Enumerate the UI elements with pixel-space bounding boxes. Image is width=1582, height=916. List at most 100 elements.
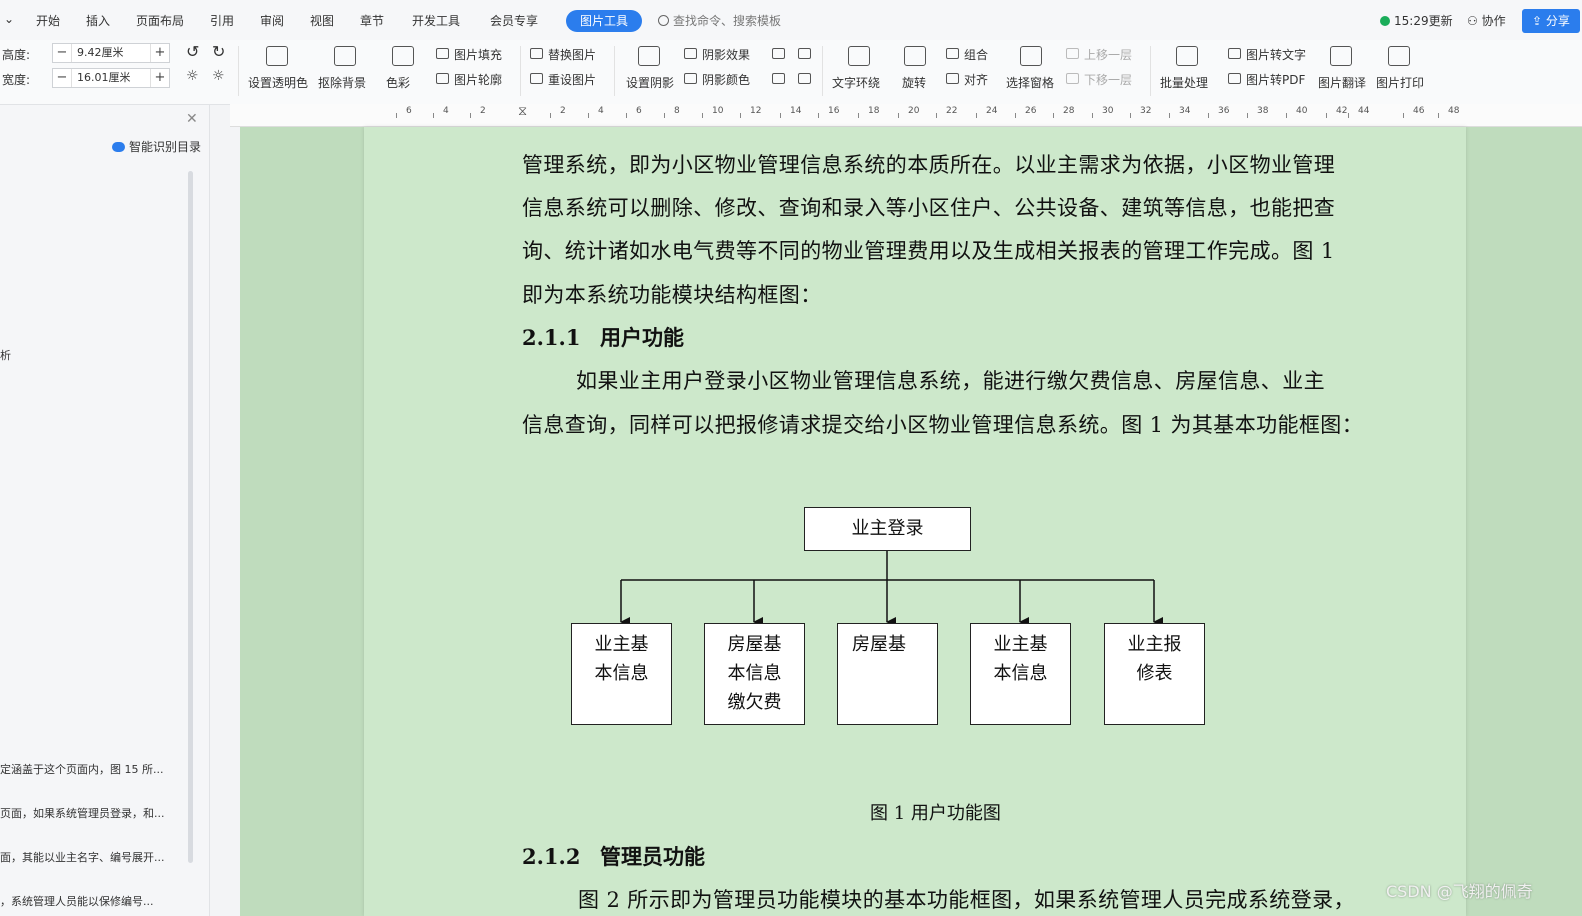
rotate-button[interactable]: 旋转 — [902, 74, 926, 91]
ruler-tick-label: 6 — [406, 106, 412, 116]
batch-button[interactable]: 批量处理 — [1160, 74, 1208, 91]
share-icon: ⇪ — [1532, 14, 1546, 28]
tab-member[interactable]: 会员专享 — [490, 12, 538, 29]
height-decrease-button[interactable]: − — [53, 44, 72, 62]
height-label: 高度: — [2, 48, 31, 62]
tab-developer[interactable]: 开发工具 — [412, 12, 460, 29]
group-button[interactable]: 组合 — [964, 46, 988, 63]
ruler-tick-label: 14 — [790, 106, 802, 116]
height-increase-button[interactable]: + — [150, 44, 169, 62]
color-button[interactable]: 色彩 — [386, 74, 410, 91]
shadow-icon[interactable] — [638, 46, 660, 66]
nav-item[interactable]: 析 — [0, 347, 11, 363]
reset-button[interactable]: 重设图片 — [548, 71, 596, 88]
reset-icon[interactable] — [530, 73, 543, 84]
shadow-color-button[interactable]: 阴影颜色 — [702, 71, 750, 88]
set-shadow-button[interactable]: 设置阴影 — [626, 74, 674, 91]
collab-label: 协作 — [1481, 14, 1506, 28]
document-page[interactable]: 管理系统，即为小区物业管理信息系统的本质所在。以业主需求为依据，小区物业管理 信… — [364, 127, 1466, 916]
width-decrease-button[interactable]: − — [53, 69, 72, 87]
ruler-tick-label: 28 — [1063, 106, 1075, 116]
rotate-icon[interactable] — [904, 46, 926, 66]
contrast-icon[interactable]: ☼ — [212, 68, 225, 84]
shadow-down-icon[interactable] — [798, 48, 811, 59]
share-button[interactable]: ⇪ 分享 — [1522, 9, 1580, 33]
collab-button[interactable]: ⚇ 协作 — [1467, 12, 1506, 29]
nav-item[interactable]: 页面，如果系统管理员登录，和... — [0, 805, 165, 821]
outline-icon[interactable] — [436, 73, 449, 84]
ruler-tick-mark — [433, 113, 434, 118]
nav-scrollbar[interactable] — [188, 171, 193, 863]
ruler-tick-mark — [664, 113, 665, 118]
horizontal-ruler[interactable]: 6 4 2 2 4 6 8 10 12 14 16 18 20 22 24 26 28 30 32 34 36 38 40 4… — [230, 104, 1582, 127]
tab-insert[interactable]: 插入 — [86, 12, 110, 29]
rotate-right-icon[interactable]: ↻ — [212, 42, 225, 61]
shadow-up-icon[interactable] — [772, 48, 785, 59]
ruler-tick-label: 24 — [986, 106, 998, 116]
indent-marker-icon[interactable]: ⧖ — [518, 104, 527, 119]
shadow-right-icon[interactable] — [798, 73, 811, 84]
tab-chapter[interactable]: 章节 — [360, 12, 384, 29]
color-icon[interactable] — [392, 46, 414, 66]
ruler-tick-mark — [702, 113, 703, 118]
batch-icon[interactable] — [1176, 46, 1198, 66]
tab-review[interactable]: 审阅 — [260, 12, 284, 29]
print-button[interactable]: 图片打印 — [1376, 74, 1424, 91]
share-label: 分享 — [1545, 14, 1570, 28]
remove-bg-button[interactable]: 抠除背景 — [318, 74, 366, 91]
close-icon[interactable]: ✕ — [186, 111, 198, 127]
shadow-effect-icon[interactable] — [684, 48, 697, 59]
align-button[interactable]: 对齐 — [964, 71, 988, 88]
ruler-tick-label: 12 — [750, 106, 762, 116]
nav-item[interactable]: 面，其能以业主名字、编号展开... — [0, 849, 165, 865]
nav-item[interactable]: 定涵盖于这个页面内，图 15 所... — [0, 761, 163, 777]
update-status[interactable]: 15:29更新 — [1380, 12, 1453, 29]
fill-icon[interactable] — [436, 48, 449, 59]
translate-icon[interactable] — [1330, 46, 1352, 66]
smart-toc-button[interactable]: 智能识别目录 — [112, 138, 201, 155]
set-transparent-button[interactable]: 设置透明色 — [248, 74, 308, 91]
diagram-child-box: 业主基 本信息 — [571, 623, 672, 725]
ruler-tick-mark — [550, 113, 551, 118]
replace-button[interactable]: 替换图片 — [548, 46, 596, 63]
body-line: 图 2 所示即为管理员功能模块的基本功能框图，如果系统管理人员完成系统登录， — [578, 888, 1355, 912]
menu-collapse-icon[interactable]: ⌄ — [4, 12, 14, 26]
text-wrap-icon[interactable] — [848, 46, 870, 66]
replace-icon[interactable] — [530, 48, 543, 59]
fill-button[interactable]: 图片填充 — [454, 46, 502, 63]
tab-picture-tools[interactable]: 图片工具 — [566, 10, 642, 32]
select-pane-button[interactable]: 选择窗格 — [1006, 74, 1054, 91]
to-text-button[interactable]: 图片转文字 — [1246, 46, 1306, 63]
print-icon[interactable] — [1388, 46, 1410, 66]
shadow-left-icon[interactable] — [772, 73, 785, 84]
tab-view[interactable]: 视图 — [310, 12, 334, 29]
group-icon[interactable] — [946, 48, 959, 59]
remove-bg-icon[interactable] — [334, 46, 356, 66]
ruler-tick-mark — [1286, 113, 1287, 118]
ruler-tick-label: 22 — [946, 106, 958, 116]
to-pdf-button[interactable]: 图片转PDF — [1246, 71, 1305, 88]
figure-caption: 图 1 用户功能图 — [870, 803, 1001, 824]
text-wrap-button[interactable]: 文字环绕 — [832, 74, 880, 91]
select-pane-icon[interactable] — [1020, 46, 1042, 66]
to-text-icon[interactable] — [1228, 48, 1241, 59]
shadow-color-icon[interactable] — [684, 73, 697, 84]
brightness-icon[interactable]: ☼ — [186, 68, 199, 84]
shadow-effect-button[interactable]: 阴影效果 — [702, 46, 750, 63]
tab-start[interactable]: 开始 — [36, 12, 60, 29]
command-search[interactable]: 查找命令、搜索模板 — [658, 12, 781, 29]
nav-item[interactable]: ，系统管理人员能以保修编号... — [0, 893, 154, 909]
to-pdf-icon[interactable] — [1228, 73, 1241, 84]
ruler-tick-mark — [898, 113, 899, 118]
width-increase-button[interactable]: + — [150, 69, 169, 87]
set-transparent-icon[interactable] — [266, 46, 288, 66]
height-field[interactable]: − 9.42厘米 + — [52, 43, 170, 63]
tab-page-layout[interactable]: 页面布局 — [136, 12, 184, 29]
outline-button[interactable]: 图片轮廓 — [454, 71, 502, 88]
translate-button[interactable]: 图片翻译 — [1318, 74, 1366, 91]
watermark: CSDN @飞翔的佩奇 — [1386, 882, 1533, 901]
align-icon[interactable] — [946, 73, 959, 84]
rotate-left-icon[interactable]: ↺ — [186, 42, 199, 61]
tab-references[interactable]: 引用 — [210, 12, 234, 29]
width-field[interactable]: − 16.01厘米 + — [52, 68, 170, 88]
